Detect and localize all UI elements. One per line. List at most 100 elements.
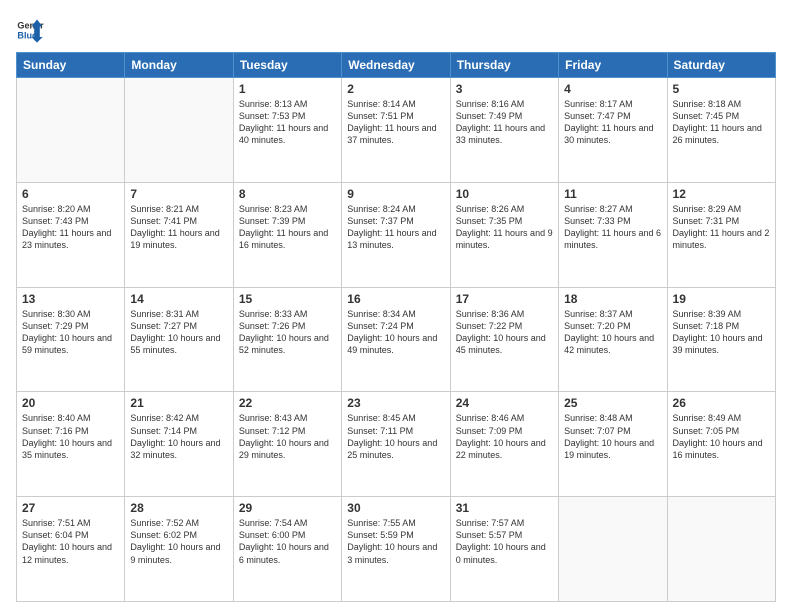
day-number: 20	[22, 396, 119, 410]
day-info: Sunrise: 8:23 AMSunset: 7:39 PMDaylight:…	[239, 203, 336, 252]
calendar-cell: 9 Sunrise: 8:24 AMSunset: 7:37 PMDaylight…	[342, 182, 450, 287]
calendar-cell: 12Sunrise: 8:29 AMSunset: 7:31 PMDayligh…	[667, 182, 775, 287]
weekday-header: Tuesday	[233, 53, 341, 78]
day-info: Sunrise: 7:52 AMSunset: 6:02 PMDaylight:…	[130, 517, 227, 566]
weekday-header: Saturday	[667, 53, 775, 78]
day-number: 16	[347, 292, 444, 306]
calendar-cell: 21 Sunrise: 8:42 AMSunset: 7:14 PMDayligh…	[125, 392, 233, 497]
day-info: Sunrise: 7:51 AMSunset: 6:04 PMDaylight:…	[22, 517, 119, 566]
calendar-cell: 24 Sunrise: 8:46 AMSunset: 7:09 PMDayligh…	[450, 392, 558, 497]
calendar-cell: 22 Sunrise: 8:43 AMSunset: 7:12 PMDayligh…	[233, 392, 341, 497]
day-info: Sunrise: 8:45 AMSunset: 7:11 PMDaylight:…	[347, 412, 444, 461]
weekday-header: Monday	[125, 53, 233, 78]
day-number: 9	[347, 187, 444, 201]
calendar-cell: 5 Sunrise: 8:18 AMSunset: 7:45 PMDaylight…	[667, 78, 775, 183]
calendar-cell: 17Sunrise: 8:36 AMSunset: 7:22 PMDayligh…	[450, 287, 558, 392]
calendar-cell: 4 Sunrise: 8:17 AMSunset: 7:47 PMDaylight…	[559, 78, 667, 183]
day-info: Sunrise: 8:26 AMSunset: 7:35 PMDaylight:…	[456, 203, 553, 252]
day-number: 19	[673, 292, 770, 306]
day-number: 15	[239, 292, 336, 306]
day-number: 3	[456, 82, 553, 96]
calendar-cell: 13 Sunrise: 8:30 AMSunset: 7:29 PMDayligh…	[17, 287, 125, 392]
calendar-cell: 16 Sunrise: 8:34 AMSunset: 7:24 PMDayligh…	[342, 287, 450, 392]
weekday-header: Thursday	[450, 53, 558, 78]
day-number: 24	[456, 396, 553, 410]
calendar-cell	[667, 497, 775, 602]
day-number: 22	[239, 396, 336, 410]
day-info: Sunrise: 7:57 AMSunset: 5:57 PMDaylight:…	[456, 517, 553, 566]
weekday-header: Wednesday	[342, 53, 450, 78]
calendar-cell: 18Sunrise: 8:37 AMSunset: 7:20 PMDayligh…	[559, 287, 667, 392]
logo-icon: General Blue	[16, 16, 44, 44]
day-info: Sunrise: 8:42 AMSunset: 7:14 PMDaylight:…	[130, 412, 227, 461]
calendar-cell: 1 Sunrise: 8:13 AMSunset: 7:53 PMDaylight…	[233, 78, 341, 183]
calendar-cell: 28 Sunrise: 7:52 AMSunset: 6:02 PMDayligh…	[125, 497, 233, 602]
day-number: 18	[564, 292, 661, 306]
calendar-cell	[559, 497, 667, 602]
day-info: Sunrise: 8:13 AMSunset: 7:53 PMDaylight:…	[239, 98, 336, 147]
calendar-week-row: 1 Sunrise: 8:13 AMSunset: 7:53 PMDaylight…	[17, 78, 776, 183]
day-info: Sunrise: 7:54 AMSunset: 6:00 PMDaylight:…	[239, 517, 336, 566]
calendar-cell: 14Sunrise: 8:31 AMSunset: 7:27 PMDayligh…	[125, 287, 233, 392]
calendar-cell: 6 Sunrise: 8:20 AMSunset: 7:43 PMDaylight…	[17, 182, 125, 287]
calendar-cell: 3 Sunrise: 8:16 AMSunset: 7:49 PMDaylight…	[450, 78, 558, 183]
day-number: 28	[130, 501, 227, 515]
day-info: Sunrise: 8:18 AMSunset: 7:45 PMDaylight:…	[673, 98, 770, 147]
calendar-cell: 20 Sunrise: 8:40 AMSunset: 7:16 PMDayligh…	[17, 392, 125, 497]
day-info: Sunrise: 8:17 AMSunset: 7:47 PMDaylight:…	[564, 98, 661, 147]
day-info: Sunrise: 8:49 AMSunset: 7:05 PMDaylight:…	[673, 412, 770, 461]
calendar-cell: 31 Sunrise: 7:57 AMSunset: 5:57 PMDayligh…	[450, 497, 558, 602]
logo: General Blue	[16, 16, 44, 44]
calendar-cell	[17, 78, 125, 183]
day-info: Sunrise: 8:40 AMSunset: 7:16 PMDaylight:…	[22, 412, 119, 461]
day-number: 31	[456, 501, 553, 515]
calendar-cell: 26 Sunrise: 8:49 AMSunset: 7:05 PMDayligh…	[667, 392, 775, 497]
calendar-cell: 29 Sunrise: 7:54 AMSunset: 6:00 PMDayligh…	[233, 497, 341, 602]
calendar-cell: 8 Sunrise: 8:23 AMSunset: 7:39 PMDaylight…	[233, 182, 341, 287]
day-number: 29	[239, 501, 336, 515]
calendar-cell: 7Sunrise: 8:21 AMSunset: 7:41 PMDaylight…	[125, 182, 233, 287]
calendar-cell: 27 Sunrise: 7:51 AMSunset: 6:04 PMDayligh…	[17, 497, 125, 602]
day-number: 21	[130, 396, 227, 410]
day-info: Sunrise: 8:34 AMSunset: 7:24 PMDaylight:…	[347, 308, 444, 357]
calendar-week-row: 6 Sunrise: 8:20 AMSunset: 7:43 PMDaylight…	[17, 182, 776, 287]
calendar-cell: 25Sunrise: 8:48 AMSunset: 7:07 PMDayligh…	[559, 392, 667, 497]
calendar-cell: 15 Sunrise: 8:33 AMSunset: 7:26 PMDayligh…	[233, 287, 341, 392]
day-number: 25	[564, 396, 661, 410]
calendar-table: SundayMondayTuesdayWednesdayThursdayFrid…	[16, 52, 776, 602]
day-info: Sunrise: 7:55 AMSunset: 5:59 PMDaylight:…	[347, 517, 444, 566]
day-info: Sunrise: 8:20 AMSunset: 7:43 PMDaylight:…	[22, 203, 119, 252]
day-number: 6	[22, 187, 119, 201]
day-info: Sunrise: 8:43 AMSunset: 7:12 PMDaylight:…	[239, 412, 336, 461]
day-info: Sunrise: 8:30 AMSunset: 7:29 PMDaylight:…	[22, 308, 119, 357]
day-info: Sunrise: 8:27 AMSunset: 7:33 PMDaylight:…	[564, 203, 661, 252]
day-number: 4	[564, 82, 661, 96]
day-info: Sunrise: 8:31 AMSunset: 7:27 PMDaylight:…	[130, 308, 227, 357]
day-info: Sunrise: 8:39 AMSunset: 7:18 PMDaylight:…	[673, 308, 770, 357]
day-info: Sunrise: 8:46 AMSunset: 7:09 PMDaylight:…	[456, 412, 553, 461]
day-number: 26	[673, 396, 770, 410]
day-info: Sunrise: 8:21 AMSunset: 7:41 PMDaylight:…	[130, 203, 227, 252]
calendar-cell: 23Sunrise: 8:45 AMSunset: 7:11 PMDayligh…	[342, 392, 450, 497]
calendar-week-row: 27 Sunrise: 7:51 AMSunset: 6:04 PMDayligh…	[17, 497, 776, 602]
day-number: 8	[239, 187, 336, 201]
day-number: 1	[239, 82, 336, 96]
calendar-week-row: 13 Sunrise: 8:30 AMSunset: 7:29 PMDayligh…	[17, 287, 776, 392]
weekday-header: Sunday	[17, 53, 125, 78]
day-info: Sunrise: 8:33 AMSunset: 7:26 PMDaylight:…	[239, 308, 336, 357]
day-number: 10	[456, 187, 553, 201]
day-number: 27	[22, 501, 119, 515]
day-number: 17	[456, 292, 553, 306]
day-number: 5	[673, 82, 770, 96]
day-number: 13	[22, 292, 119, 306]
day-number: 30	[347, 501, 444, 515]
weekday-header-row: SundayMondayTuesdayWednesdayThursdayFrid…	[17, 53, 776, 78]
day-number: 12	[673, 187, 770, 201]
header: General Blue	[16, 16, 776, 44]
day-info: Sunrise: 8:24 AMSunset: 7:37 PMDaylight:…	[347, 203, 444, 252]
calendar-cell: 2Sunrise: 8:14 AMSunset: 7:51 PMDaylight…	[342, 78, 450, 183]
day-info: Sunrise: 8:16 AMSunset: 7:49 PMDaylight:…	[456, 98, 553, 147]
calendar-cell	[125, 78, 233, 183]
calendar-page: General Blue SundayMondayTuesdayWednesda…	[0, 0, 792, 612]
day-number: 11	[564, 187, 661, 201]
